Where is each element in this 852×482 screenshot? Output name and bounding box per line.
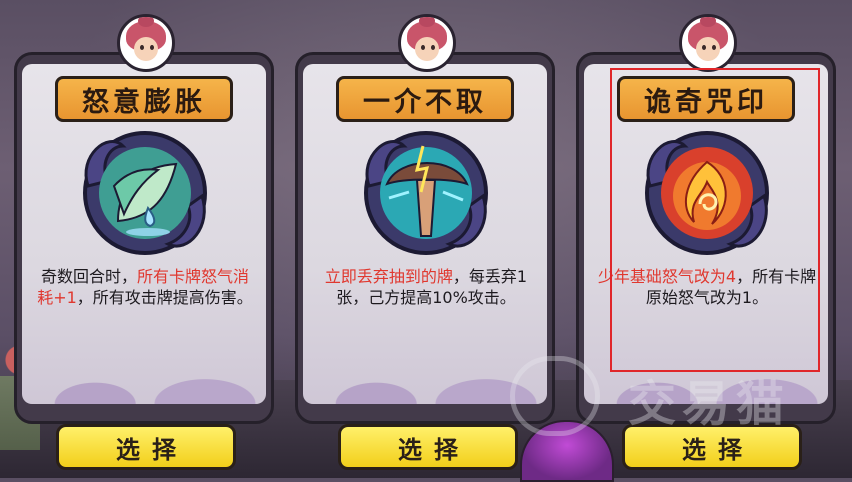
avatar	[679, 14, 737, 72]
card-title: 一介不取	[363, 86, 487, 118]
card-title-plate: 怒意膨胀	[55, 76, 233, 122]
select-button-1[interactable]: 选择	[56, 424, 236, 470]
leaf-water-icon	[83, 131, 207, 255]
cat-logo-icon	[510, 356, 600, 436]
avatar	[398, 14, 456, 72]
card-description: 奇数回合时，所有卡牌怒气消耗+1，所有攻击牌提高伤害。	[37, 267, 253, 307]
choice-card-2[interactable]: 一介不取 立即丢弃抽到的牌，每丢弃1张，己方提高10%攻击。	[293, 14, 559, 424]
watermark-text: 交易猫	[628, 376, 791, 432]
watermark: 交易猫	[510, 356, 830, 436]
card-title-plate: 一介不取	[336, 76, 514, 122]
choice-card-1[interactable]: 怒意膨胀 奇数回合时，所有卡牌怒气消耗+1，所有攻击牌提高伤害。	[12, 14, 278, 424]
card-description: 立即丢弃抽到的牌，每丢弃1张，己方提高10%攻击。	[324, 267, 528, 307]
lightning-hand-icon	[364, 131, 488, 255]
avatar	[117, 14, 175, 72]
selection-highlight	[610, 68, 820, 372]
select-button-2[interactable]: 选择	[338, 424, 518, 470]
card-title: 怒意膨胀	[82, 86, 206, 118]
